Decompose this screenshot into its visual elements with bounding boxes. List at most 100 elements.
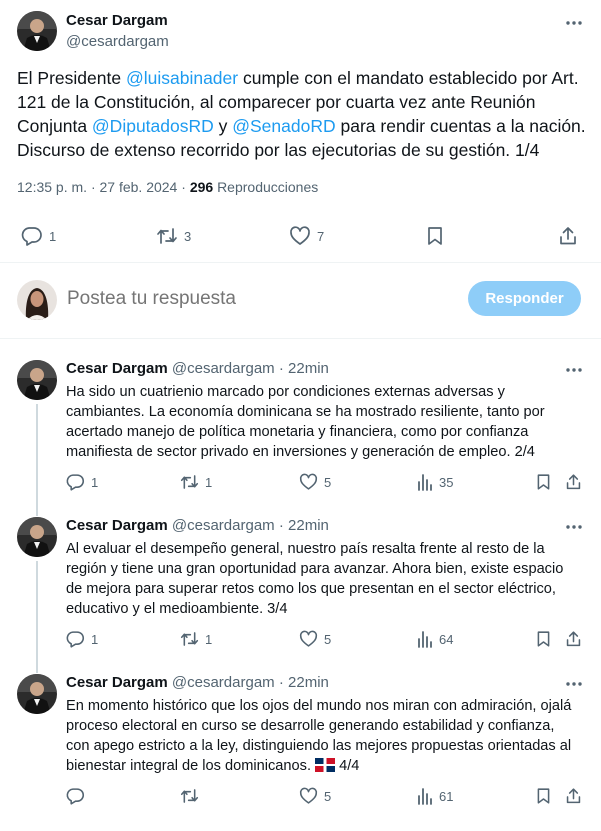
author-name[interactable]: Cesar Dargam — [66, 360, 168, 377]
reply-text: En momento histórico que los ojos del mu… — [66, 698, 572, 774]
reply-actions: 5 61 — [0, 787, 601, 809]
bookmark-icon — [537, 631, 550, 647]
thread-connector — [36, 561, 38, 673]
author-handle[interactable]: @cesardargam — [66, 33, 169, 50]
author-handle[interactable]: @cesardargam — [172, 360, 275, 377]
bookmark-button[interactable] — [535, 630, 552, 648]
thread-connector — [36, 404, 38, 516]
author-avatar[interactable] — [17, 360, 57, 400]
tweet-date[interactable]: 27 feb. 2024 — [100, 179, 178, 195]
reply-count: 1 — [91, 474, 99, 490]
retweet-count: 1 — [205, 631, 213, 647]
more-options-icon[interactable] — [563, 675, 585, 693]
views-button[interactable]: 35 — [417, 473, 453, 491]
views-count: 64 — [439, 631, 454, 647]
mention-link[interactable]: @DiputadosRD — [92, 116, 214, 136]
reply-header: Cesar Dargam @cesardargam · 22min — [66, 360, 329, 377]
tweet-actions: 1 3 7 — [0, 222, 601, 252]
bookmark-button[interactable] — [535, 787, 552, 805]
views-button[interactable]: 64 — [417, 630, 453, 648]
current-user-avatar[interactable] — [17, 280, 57, 320]
bookmark-icon — [537, 474, 550, 490]
views-count: 61 — [439, 788, 454, 804]
reply-button[interactable]: 1 — [66, 630, 98, 648]
author-name[interactable]: Cesar Dargam — [66, 517, 168, 534]
heart-icon — [299, 473, 318, 490]
reply-count: 1 — [49, 228, 57, 244]
share-button[interactable] — [565, 787, 582, 805]
reply-text: Al evaluar el desempeño general, nuestro… — [66, 541, 564, 617]
share-icon — [566, 631, 581, 647]
like-button[interactable]: 5 — [299, 473, 331, 491]
share-icon — [560, 227, 576, 245]
reply-icon — [66, 788, 85, 805]
bookmark-icon — [537, 788, 550, 804]
reply-button[interactable]: 1 — [21, 226, 56, 246]
thread-reply: Cesar Dargam @cesardargam · 22min En mom… — [0, 674, 601, 824]
reply-icon — [66, 631, 85, 648]
reply-submit-button[interactable]: Responder — [468, 281, 581, 316]
bookmark-icon — [428, 227, 442, 245]
heart-icon — [290, 226, 310, 245]
retweet-icon — [180, 632, 199, 646]
thread-reply: Cesar Dargam @cesardargam · 22min Ha sid… — [0, 360, 601, 518]
more-options-icon[interactable] — [563, 14, 585, 32]
author-handle[interactable]: @cesardargam — [172, 674, 275, 691]
retweet-button[interactable]: 1 — [180, 473, 212, 491]
mention-link[interactable]: @luisabinader — [126, 68, 238, 88]
reply-button[interactable]: 1 — [66, 473, 98, 491]
reply-time[interactable]: 22min — [288, 360, 329, 377]
reply-actions: 1 1 5 35 — [0, 473, 601, 495]
like-button[interactable]: 5 — [299, 630, 331, 648]
like-count: 5 — [324, 631, 332, 647]
reply-header: Cesar Dargam @cesardargam · 22min — [66, 517, 329, 534]
more-options-icon[interactable] — [563, 518, 585, 536]
bookmark-button[interactable] — [425, 226, 445, 246]
retweet-button[interactable] — [180, 787, 205, 805]
retweet-icon — [180, 789, 199, 803]
retweet-icon — [157, 228, 177, 244]
like-button[interactable]: 5 — [299, 787, 331, 805]
share-icon — [566, 788, 581, 804]
reply-button[interactable] — [66, 787, 91, 805]
share-button[interactable] — [565, 473, 582, 491]
reply-input[interactable] — [67, 288, 447, 310]
reply-icon — [21, 227, 42, 246]
views-button[interactable]: 61 — [417, 787, 453, 805]
reply-time[interactable]: 22min — [288, 674, 329, 691]
reply-text: Ha sido un cuatrienio marcado por condic… — [66, 384, 545, 460]
bookmark-button[interactable] — [535, 473, 552, 491]
main-tweet: Cesar Dargam @cesardargam El Presidente … — [0, 0, 601, 263]
share-button[interactable] — [565, 630, 582, 648]
views-count: 35 — [439, 474, 454, 490]
views-count: 296 — [189, 179, 214, 195]
views-label: Reproducciones — [217, 179, 319, 195]
thread-reply: Cesar Dargam @cesardargam · 22min Al eva… — [0, 517, 601, 675]
mention-link[interactable]: @SenadoRD — [232, 116, 335, 136]
heart-icon — [299, 787, 318, 804]
author-avatar[interactable] — [17, 674, 57, 714]
author-avatar[interactable] — [17, 11, 57, 51]
retweet-count: 3 — [184, 228, 192, 244]
author-handle[interactable]: @cesardargam — [172, 517, 275, 534]
retweet-icon — [180, 475, 199, 489]
reply-time[interactable]: 22min — [288, 517, 329, 534]
share-button[interactable] — [558, 226, 578, 246]
analytics-icon — [418, 631, 432, 648]
retweet-button[interactable]: 3 — [156, 226, 191, 246]
analytics-icon — [418, 788, 432, 805]
reply-count: 1 — [91, 631, 99, 647]
author-name[interactable]: Cesar Dargam — [66, 12, 168, 29]
share-icon — [566, 474, 581, 490]
analytics-icon — [418, 474, 432, 491]
author-name[interactable]: Cesar Dargam — [66, 674, 168, 691]
like-count: 5 — [324, 474, 332, 490]
like-button[interactable]: 7 — [289, 226, 324, 246]
author-avatar[interactable] — [17, 517, 57, 557]
retweet-button[interactable]: 1 — [180, 630, 212, 648]
tweet-time[interactable]: 12:35 p. m. — [17, 179, 87, 195]
more-options-icon[interactable] — [563, 361, 585, 379]
dominican-republic-flag-icon — [315, 758, 336, 772]
reply-icon — [66, 474, 85, 491]
reply-header: Cesar Dargam @cesardargam · 22min — [66, 674, 329, 691]
